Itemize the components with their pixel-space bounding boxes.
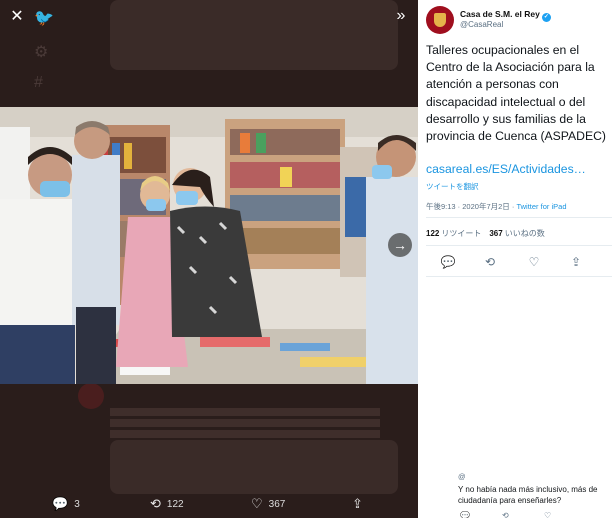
- likes-label: いいねの数: [504, 229, 545, 238]
- tweet-text: Talleres ocupacionales en el Centro de l…: [426, 43, 606, 144]
- divider: [426, 245, 612, 246]
- like-button[interactable]: ♡ 367: [251, 496, 285, 512]
- reply-text: Y no había nada más inclusivo, más de ci…: [458, 485, 598, 505]
- heart-icon: ♡: [528, 255, 540, 269]
- retweet-icon[interactable]: ⟲: [502, 511, 509, 518]
- arrow-right-icon: →: [393, 237, 407, 253]
- tweet-timestamp[interactable]: 午後9:13 · 2020年7月2日 ·: [426, 202, 516, 211]
- reply-icon: 💬: [440, 255, 456, 269]
- display-name-text: Casa de S.M. el Rey: [460, 9, 540, 19]
- hashtag-icon: #: [34, 74, 43, 91]
- avatar[interactable]: [426, 6, 454, 34]
- like-count: 367: [268, 498, 286, 510]
- likes-stat[interactable]: 367 いいねの数: [489, 229, 544, 238]
- panel-like-button[interactable]: ♡: [526, 255, 542, 269]
- share-icon: ⇪: [352, 496, 363, 511]
- double-chevron-right-icon: »: [396, 7, 406, 24]
- heart-icon: ♡: [251, 496, 263, 511]
- collapse-panel-button[interactable]: »: [391, 6, 411, 26]
- royal-crest-icon: [434, 13, 446, 27]
- close-button[interactable]: ✕: [7, 7, 27, 27]
- panel-share-button[interactable]: ⇪: [568, 255, 584, 269]
- reply-button[interactable]: 💬 3: [52, 496, 80, 512]
- divider: [426, 217, 612, 218]
- panel-retweet-button[interactable]: ⟲: [482, 255, 498, 269]
- retweets-label: リツイート: [441, 229, 482, 238]
- translate-tweet-link[interactable]: ツイートを翻訳: [426, 181, 479, 192]
- divider: [426, 276, 612, 277]
- heart-icon[interactable]: ♡: [544, 511, 551, 518]
- share-button[interactable]: ⇪: [352, 496, 363, 512]
- tweet-source[interactable]: Twitter for iPad: [516, 202, 566, 211]
- background-tweet-text: [110, 408, 380, 438]
- settings-icon: ⚙: [34, 44, 49, 61]
- tweet-link[interactable]: casareal.es/ES/Actividades…: [426, 162, 612, 176]
- close-icon: ✕: [10, 8, 24, 25]
- next-image-button[interactable]: →: [388, 233, 412, 257]
- reply-icon[interactable]: 💬: [460, 511, 470, 518]
- reply-count: 3: [74, 498, 80, 510]
- retweet-icon: ⟲: [150, 496, 161, 511]
- reply-icon: 💬: [52, 496, 69, 511]
- panel-reply-button[interactable]: 💬: [440, 255, 456, 269]
- reply-actions: 💬 ⟲ ♡: [458, 511, 608, 518]
- retweets-stat[interactable]: 122 リツイート: [426, 229, 481, 238]
- retweets-count: 122: [426, 229, 440, 238]
- retweet-icon: ⟲: [484, 255, 496, 269]
- tweet-photo[interactable]: [0, 107, 418, 384]
- verified-badge-icon: ✓: [541, 13, 551, 22]
- tweet-metadata: 午後9:13 · 2020年7月2日 · Twitter for iPad: [426, 201, 567, 212]
- retweet-count: 122: [166, 498, 184, 510]
- background-avatar: [78, 383, 104, 409]
- media-action-bar: 💬 3 ⟲ 122 ♡ 367 ⇪: [0, 494, 418, 516]
- tweet-detail-panel: Casa de S.M. el Rey ✓ @CasaReal Talleres …: [418, 0, 615, 518]
- user-handle[interactable]: @CasaReal: [460, 20, 503, 29]
- background-media-card: [110, 0, 398, 70]
- tweet-stats: 122 リツイート 367 いいねの数: [426, 228, 545, 239]
- background-media-card: [110, 440, 398, 494]
- bird-icon: 🐦: [34, 10, 54, 27]
- likes-count: 367: [489, 229, 503, 238]
- retweet-button[interactable]: ⟲ 122: [150, 496, 184, 512]
- reply-author-handle[interactable]: @: [458, 472, 466, 481]
- share-icon: ⇪: [570, 255, 582, 269]
